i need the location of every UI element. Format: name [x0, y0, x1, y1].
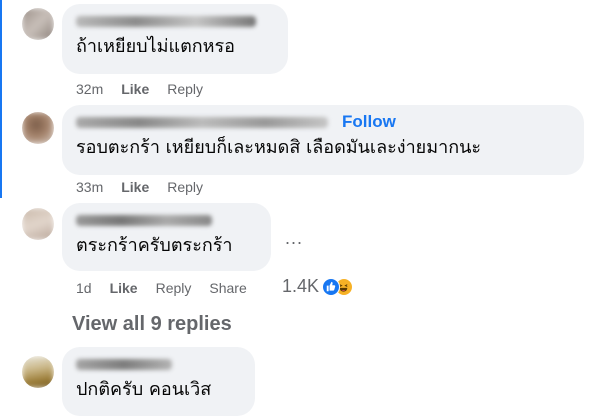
comment-time[interactable]: 33m	[76, 179, 103, 195]
commenter-name-row	[76, 211, 259, 229]
avatar[interactable]	[22, 208, 54, 240]
comment-actions: 1d Like Reply Share	[76, 280, 247, 296]
comment-actions: 32m Like Reply	[76, 81, 203, 97]
comment-text: ตระกร้าครับตระกร้า	[76, 235, 233, 256]
like-button[interactable]: Like	[121, 81, 149, 97]
reply-thread-line	[0, 0, 2, 198]
commenter-name-blurred[interactable]	[76, 358, 172, 370]
like-button[interactable]: Like	[110, 280, 138, 296]
avatar[interactable]	[22, 356, 54, 388]
reply-button[interactable]: Reply	[156, 280, 192, 296]
avatar[interactable]	[22, 112, 54, 144]
comment-bubble: ปกติครับ คอนเวิส	[62, 347, 255, 416]
commenter-name-row: Follow	[76, 113, 572, 131]
comment-bubble: ถ้าเหยียบไม่แตกหรอ	[62, 4, 288, 74]
reaction-summary[interactable]: 1.4K	[282, 276, 354, 297]
commenter-name-blurred[interactable]	[76, 15, 256, 27]
more-options-icon[interactable]: ...	[285, 228, 303, 249]
comment-bubble: ตระกร้าครับตระกร้า	[62, 203, 271, 271]
share-button[interactable]: Share	[209, 280, 246, 296]
comment-text: ปกติครับ คอนเวิส	[76, 379, 212, 400]
reply-button[interactable]: Reply	[167, 81, 203, 97]
commenter-name-row	[76, 12, 276, 30]
comment-bubble: Follow รอบตะกร้า เหยียบก็เละหมดสิ เลือดม…	[62, 105, 584, 175]
like-button[interactable]: Like	[121, 179, 149, 195]
view-all-replies-link[interactable]: View all 9 replies	[72, 311, 232, 337]
like-reaction-icon	[322, 277, 341, 296]
avatar[interactable]	[22, 8, 54, 40]
follow-button[interactable]: Follow	[342, 113, 396, 131]
commenter-name-blurred[interactable]	[76, 214, 212, 226]
commenter-name-blurred[interactable]	[76, 116, 328, 128]
reply-button[interactable]: Reply	[167, 179, 203, 195]
comment-text: รอบตะกร้า เหยียบก็เละหมดสิ เลือดมันเละง่…	[76, 137, 482, 158]
comment-text: ถ้าเหยียบไม่แตกหรอ	[76, 36, 235, 57]
comment-actions: 33m Like Reply	[76, 179, 203, 195]
comment-time[interactable]: 32m	[76, 81, 103, 97]
reaction-count: 1.4K	[282, 276, 320, 296]
commenter-name-row	[76, 355, 243, 373]
comment-time[interactable]: 1d	[76, 280, 92, 296]
